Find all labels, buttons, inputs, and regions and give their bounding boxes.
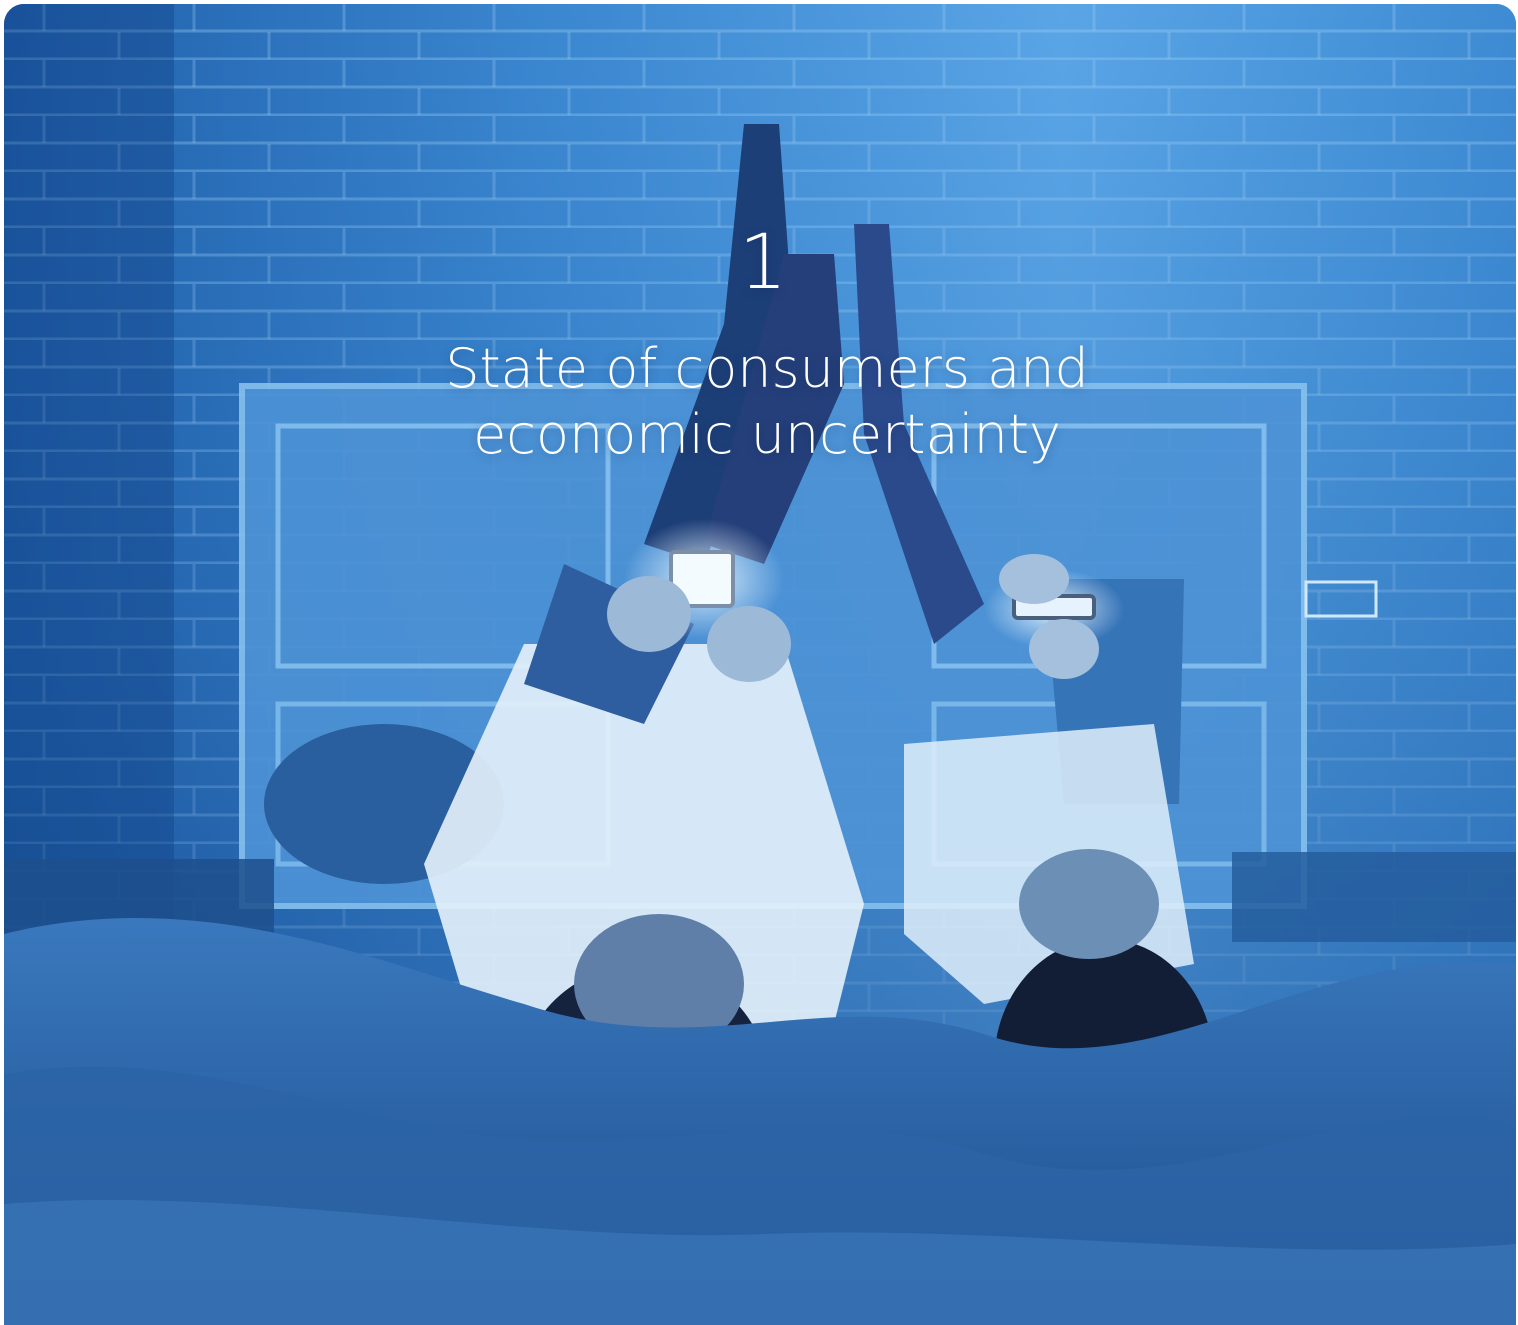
hero-headline: 1 State of consumers and economic uncert… [4, 224, 1516, 468]
chapter-title: State of consumers and economic uncertai… [445, 337, 1089, 466]
chapter-number: 1 [738, 217, 788, 306]
hero-card: 1 State of consumers and economic uncert… [4, 4, 1516, 1325]
hero-photo [4, 4, 1516, 1325]
